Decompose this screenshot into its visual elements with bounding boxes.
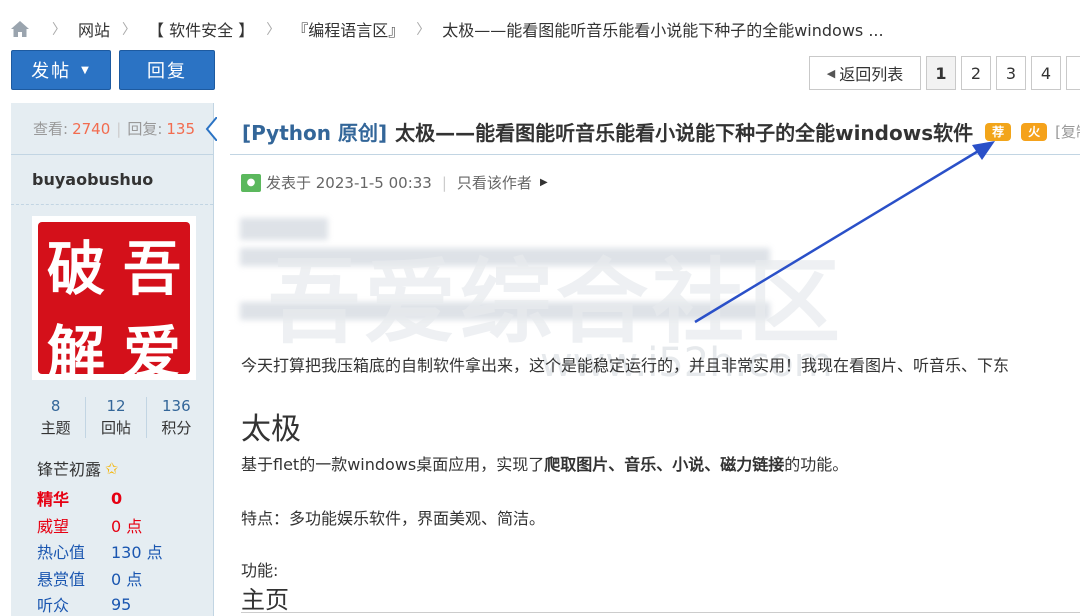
prop-key: 威望 — [37, 516, 70, 536]
reply-label: 回复 — [147, 61, 187, 82]
author-counts: 8 主题 12 回帖 136 积分 — [26, 397, 206, 438]
triangle-left-icon: ◀ — [826, 66, 836, 80]
prop-key: 悬赏值 — [37, 569, 86, 589]
prop-value: 0 点 — [111, 516, 143, 536]
divider: | — [441, 173, 447, 192]
page-4[interactable]: 4 — [1031, 56, 1061, 90]
new-post-label: 发帖 — [31, 61, 72, 82]
breadcrumb-separator: 〉 — [122, 22, 137, 38]
post-features: 特点：多功能娱乐软件，界面美观、简洁。 — [241, 509, 546, 528]
author-properties: 精华 0 威望 0 点热心值 130 点悬赏值 0 点听众 95 — [37, 485, 163, 616]
breadcrumb-item-site[interactable]: 网站 — [78, 17, 110, 41]
count-value: 8 — [50, 397, 61, 415]
post-category-tag[interactable]: [Python 原创] — [242, 117, 387, 146]
recommended-badge-icon: 荐 — [985, 122, 1012, 141]
count-points[interactable]: 136 积分 — [147, 397, 206, 438]
page-next-partial[interactable] — [1066, 56, 1080, 90]
copy-link[interactable]: [复制 — [1055, 121, 1080, 142]
count-topics[interactable]: 8 主题 — [26, 397, 87, 438]
author-prop-row[interactable]: 听众 95 — [37, 591, 163, 616]
divider: | — [116, 119, 122, 138]
thread-stats: 查看: 2740 | 回复: 135 — [11, 103, 213, 155]
breadcrumb-separator: 〉 — [416, 22, 431, 38]
post-meta: ● 发表于 2023-1-5 00:33 | 只看该作者 ▶ — [241, 172, 548, 193]
author-prop-row[interactable]: 悬赏值 0 点 — [37, 565, 163, 592]
author-prop-row[interactable]: 精华 0 — [37, 485, 163, 512]
breadcrumb: 〉 网站 〉 【 软件安全 】 〉 『编程语言区』 〉 太极——能看图能听音乐能… — [10, 14, 884, 44]
views-count: 2740 — [72, 119, 111, 138]
hot-badge-icon: 火 — [1021, 122, 1048, 141]
count-label: 积分 — [161, 419, 192, 437]
divider — [230, 154, 1080, 155]
page-1[interactable]: 1 — [926, 56, 956, 90]
seal-char: 爱 — [122, 319, 181, 387]
breadcrumb-item-thread[interactable]: 太极——能看图能听音乐能看小说能下种子的全能windows ... — [442, 17, 883, 41]
post-pointer-notch — [205, 117, 217, 141]
author-sidebar: 查看: 2740 | 回复: 135 buyaobushuo 吾 破 爱 解 8… — [11, 103, 214, 616]
breadcrumb-item-software-security[interactable]: 【 软件安全 】 — [148, 17, 254, 41]
posted-time: 发表于 2023-1-5 00:33 — [266, 174, 432, 192]
post-description: 基于flet的一款windows桌面应用，实现了爬取图片、音乐、小说、磁力链接的… — [241, 451, 848, 475]
breadcrumb-separator: 〉 — [266, 22, 281, 38]
count-label: 主题 — [40, 419, 71, 437]
avatar[interactable]: 吾 破 爱 解 — [32, 216, 196, 387]
prop-value: 130 点 — [111, 543, 163, 563]
rank-label: 锋芒初露 — [37, 460, 102, 479]
prop-value: 0 点 — [111, 569, 143, 589]
count-replies[interactable]: 12 回帖 — [86, 397, 147, 438]
reply-button[interactable]: 回复 — [119, 50, 215, 90]
count-value: 12 — [106, 397, 126, 415]
new-post-button[interactable]: 发帖 ▼ — [11, 50, 111, 90]
post-title: [Python 原创] 太极——能看图能听音乐能看小说能下种子的全能window… — [242, 117, 1080, 146]
replies-count: 135 — [166, 119, 196, 138]
count-label: 回帖 — [100, 419, 131, 437]
prop-key: 听众 — [37, 596, 70, 616]
author-name[interactable]: buyaobushuo — [11, 155, 213, 205]
star-icon: ✩ — [105, 458, 119, 478]
page-3[interactable]: 3 — [996, 56, 1026, 90]
seal-char: 解 — [46, 319, 105, 387]
back-to-list-label: 返回列表 — [839, 65, 904, 84]
post-heading: 太极 — [241, 412, 301, 447]
desc-bold: 爬取图片、音乐、小说、磁力链接 — [544, 455, 785, 474]
post-functions-label: 功能: — [241, 561, 279, 580]
breadcrumb-separator: 〉 — [52, 22, 66, 38]
home-icon[interactable] — [10, 20, 30, 38]
breadcrumb-item-programming[interactable]: 『编程语言区』 — [292, 17, 404, 41]
avatar-seal-image: 吾 破 爱 解 — [38, 222, 190, 387]
prop-value: 95 — [111, 594, 132, 614]
views-label: 查看: — [33, 120, 69, 138]
seal-char: 吾 — [122, 235, 181, 303]
triangle-right-icon: ▶ — [539, 177, 548, 188]
author-prop-row[interactable]: 威望 0 点 — [37, 512, 163, 539]
prop-key: 热心值 — [37, 543, 86, 563]
divider — [241, 612, 1080, 613]
seal-char: 破 — [46, 235, 105, 303]
replies-label: 回复: — [127, 120, 163, 138]
chevron-down-icon: ▼ — [81, 64, 91, 76]
desc-suffix: 的功能。 — [784, 455, 849, 474]
page-2[interactable]: 2 — [961, 56, 991, 90]
desc-prefix: 基于flet的一款windows桌面应用，实现了 — [241, 455, 545, 474]
author-prop-row[interactable]: 热心值 130 点 — [37, 538, 163, 565]
count-value: 136 — [162, 397, 191, 415]
pagination: ◀ 返回列表 1 2 3 4 — [809, 56, 1080, 90]
author-only-link[interactable]: 只看该作者 — [457, 172, 532, 193]
prop-key: 精华 — [37, 490, 70, 510]
post-subheading: 主页 — [241, 586, 289, 614]
prop-value: 0 — [111, 488, 123, 508]
post-intro: 今天打算把我压箱底的自制软件拿出来，这个是能稳定运行的，并且非常实用！我现在看图… — [241, 356, 1010, 375]
post-title-text: 太极——能看图能听音乐能看小说能下种子的全能windows软件 — [395, 121, 974, 145]
user-rank: 锋芒初露 ✩ — [37, 456, 118, 480]
online-status-icon: ● — [241, 173, 261, 192]
back-to-list-button[interactable]: ◀ 返回列表 — [809, 56, 921, 90]
